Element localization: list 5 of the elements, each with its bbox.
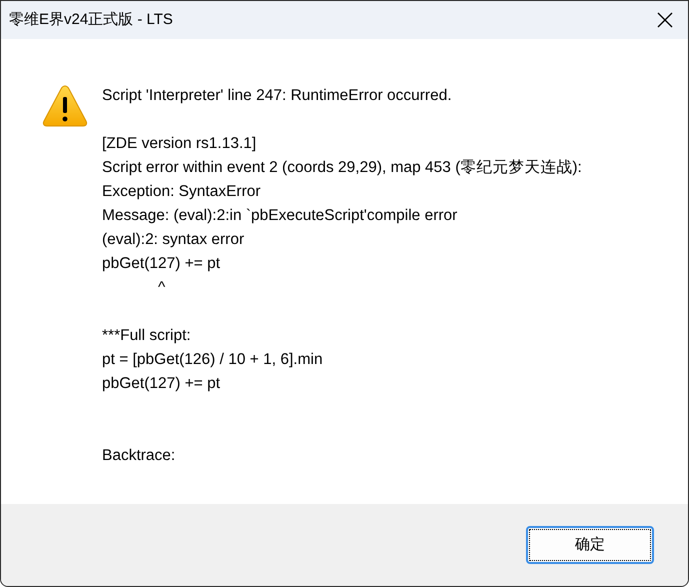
warning-icon bbox=[42, 84, 88, 128]
error-message: Script 'Interpreter' line 247: RuntimeError occurred. [ZDE version rs1.13.1] Script error within event 2 (coords 29,29), map 453 (零纪元梦天连战): Exception: SyntaxError Message: (eval):2:in `pbExecuteScript'compile error (eval):2: syntax error pbGet(127) += pt ^ ***Full script: pt = [pbGet(126) / 10 + 1, 6].min pbGet(127) += pt Backtrace: bbox=[102, 86, 582, 466]
ok-button[interactable]: 确定 bbox=[526, 526, 654, 564]
window-title: 零维E界v24正式版 - LTS bbox=[9, 10, 173, 30]
close-icon bbox=[657, 12, 673, 28]
